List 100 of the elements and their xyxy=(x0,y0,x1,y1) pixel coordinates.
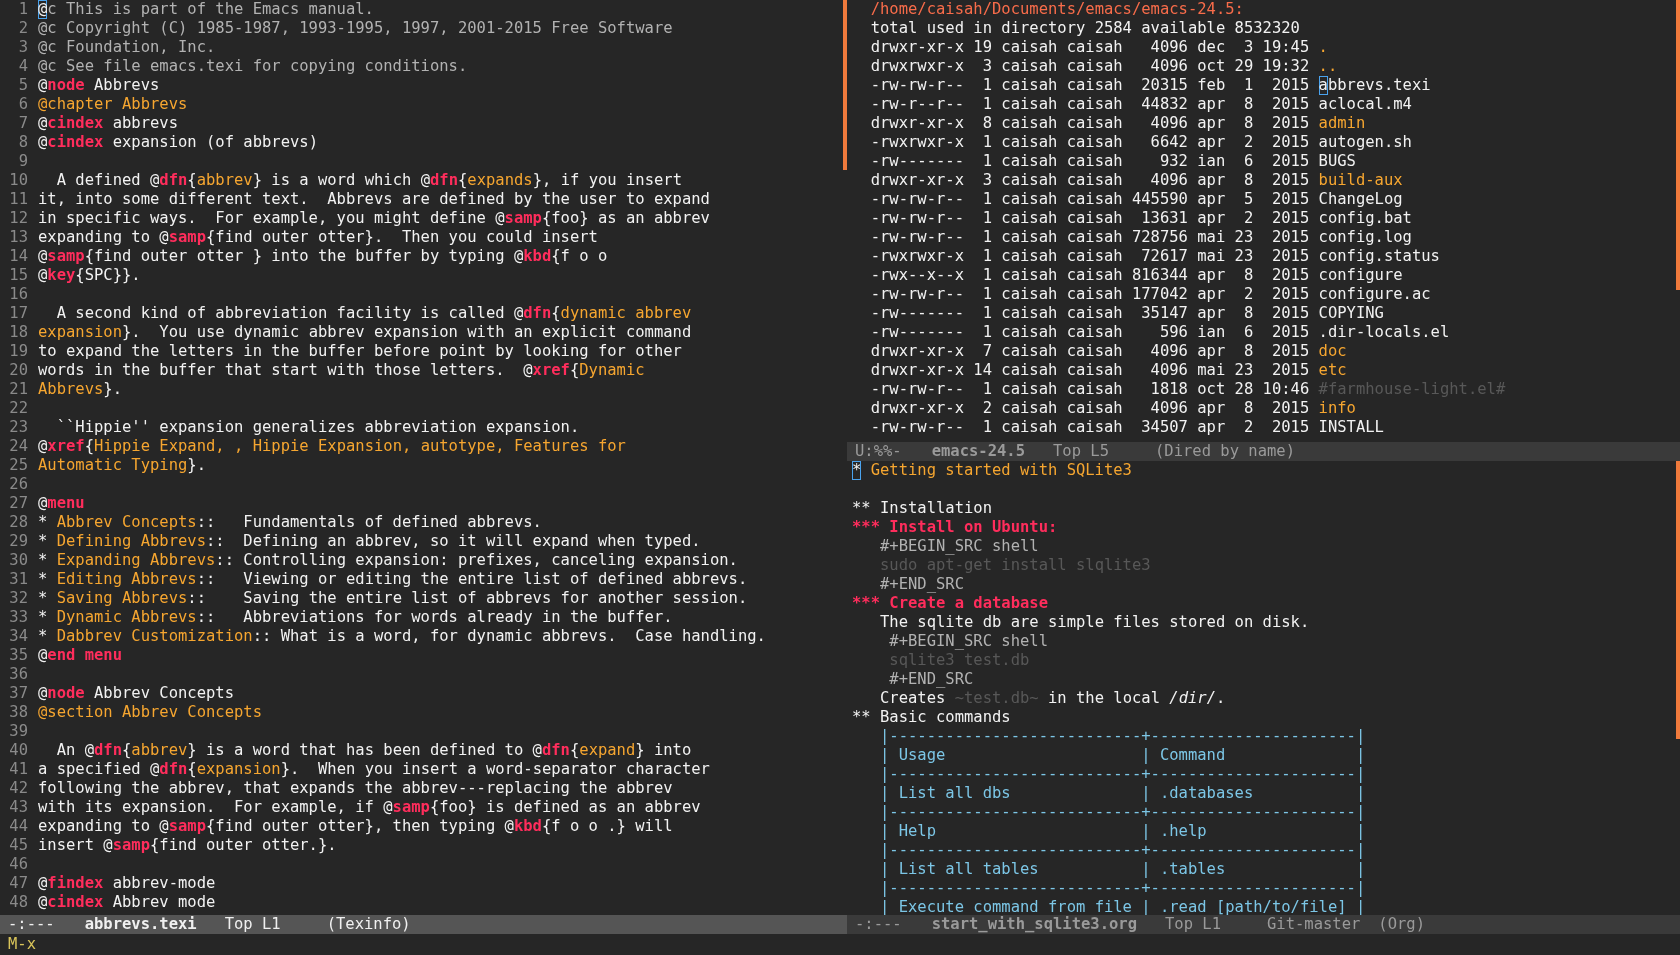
line-number: 26 xyxy=(8,475,28,494)
buffer-name: start_with_sqlite3.org xyxy=(931,915,1137,934)
code-line: * Abbrev Concepts:: Fundamentals of defined abbrevs. xyxy=(38,513,542,532)
directory-line: -rw-rw-r-- 1 caisah caisah 34507 apr 2 2015 INSTALL xyxy=(869,418,1384,437)
line-number: 45 xyxy=(8,836,28,855)
directory-line: -rwxrwxr-x 1 caisah caisah 6642 apr 2 2015 autogen.sh xyxy=(869,133,1412,152)
code-line: ``Hippie'' expansion generalizes abbreviation expansion. xyxy=(55,418,580,437)
directory-line: -rw-r--r-- 1 caisah caisah 44832 apr 8 2015 aclocal.m4 xyxy=(869,95,1412,114)
code-line: in specific ways. For example, you might define @samp{foo} as an abbrev xyxy=(38,209,710,228)
directory-line: -rw------- 1 caisah caisah 35147 apr 8 2015 COPYING xyxy=(869,304,1384,323)
directory-line: -rw-rw-r-- 1 caisah caisah 445590 apr 5 2015 ChangeLog xyxy=(869,190,1403,209)
code-line: with its expansion. For example, if @samp{foo} is defined as an abbrev xyxy=(38,798,701,817)
text-line: | List all dbs | .databases | xyxy=(879,784,1366,803)
code-line: @node Abbrev Concepts xyxy=(38,684,234,703)
code-line: @node Abbrevs xyxy=(38,76,160,95)
code-line: @chapter Abbrevs xyxy=(38,95,188,114)
line-number: 48 xyxy=(8,893,28,912)
line-number: 21 xyxy=(8,380,28,399)
code-line: expansion}. You use dynamic abbrev expansion with an explicit command xyxy=(38,323,692,342)
line-number: 34 xyxy=(8,627,28,646)
line-number: 4 xyxy=(17,57,28,76)
code-line: expanding to @samp{find outer otter}, then typing @kbd{f o o .} will xyxy=(38,817,673,836)
text-line: The sqlite db are simple files stored on disk. xyxy=(879,613,1310,632)
line-number: 46 xyxy=(8,855,28,874)
code-line: @xref{Hippie Expand, , Hippie Expansion, autotype, Features for xyxy=(38,437,626,456)
line-number: 6 xyxy=(17,95,28,114)
code-line: An @dfn{abbrev} is a word that has been defined to @dfn{expand} into xyxy=(55,741,692,760)
directory-line: drwxr-xr-x 7 caisah caisah 4096 apr 8 2015 doc xyxy=(869,342,1347,361)
line-number: 2 xyxy=(17,19,28,38)
text-line: #+END_SRC xyxy=(888,670,974,689)
directory-line: drwxr-xr-x 8 caisah caisah 4096 apr 8 2015 admin xyxy=(869,114,1366,133)
directory-line: -rw-rw-r-- 1 caisah caisah 728756 mai 23 2015 config.log xyxy=(869,228,1412,247)
line-number: 20 xyxy=(8,361,28,380)
line-number: 38 xyxy=(8,703,28,722)
line-number: 12 xyxy=(8,209,28,228)
code-line: Abbrevs}. xyxy=(38,380,122,399)
text-line: #+END_SRC xyxy=(879,575,964,594)
line-number: 29 xyxy=(8,532,28,551)
code-line: insert @samp{find outer otter.}. xyxy=(38,836,337,855)
code-line: it, into some different text. Abbrevs are defined by the user to expand xyxy=(38,190,710,209)
line-number: 14 xyxy=(8,247,28,266)
text-line: |---------------------------+----------------------| xyxy=(879,879,1366,898)
text-line: * Getting started with SQLite3 xyxy=(852,461,1132,480)
directory-line: drwxr-xr-x 3 caisah caisah 4096 apr 8 2015 build-aux xyxy=(869,171,1403,190)
code-line: to expand the letters in the buffer before point by looking for other xyxy=(38,342,682,361)
line-number: 17 xyxy=(8,304,28,323)
directory-line: drwxr-xr-x 14 caisah caisah 4096 mai 23 2015 etc xyxy=(869,361,1347,380)
code-line: @section Abbrev Concepts xyxy=(38,703,262,722)
line-number: 43 xyxy=(8,798,28,817)
text-line: #+BEGIN_SRC shell xyxy=(888,632,1048,651)
text-line: |---------------------------+----------------------| xyxy=(879,803,1366,822)
scrollbar-thumb[interactable] xyxy=(1676,461,1680,739)
line-number: 3 xyxy=(17,38,28,57)
line-number: 22 xyxy=(8,399,28,418)
text-line: ** Installation xyxy=(852,499,992,518)
scrollbar-thumb[interactable] xyxy=(843,0,847,170)
directory-line: /home/caisah/Documents/emacs/emacs-24.5: xyxy=(869,0,1244,19)
buffer-position: Top L1 xyxy=(1165,915,1221,934)
buffer-status: U:%%- xyxy=(855,442,902,461)
buffer-name: emacs-24.5 xyxy=(931,442,1025,461)
line-number: 18 xyxy=(8,323,28,342)
code-line: @c See file emacs.texi for copying conditions. xyxy=(38,57,468,76)
minibuffer-prompt[interactable]: M-x xyxy=(8,935,36,953)
code-line: @key{SPC}}. xyxy=(38,266,141,285)
buffer-position: Top L5 xyxy=(1053,442,1109,461)
code-line: @end menu xyxy=(38,646,122,665)
line-number: 19 xyxy=(8,342,28,361)
code-line: * Saving Abbrevs:: Saving the entire list of abbrevs for another session. xyxy=(38,589,748,608)
line-number: 44 xyxy=(8,817,28,836)
line-number: 8 xyxy=(17,133,28,152)
line-number: 23 xyxy=(8,418,28,437)
line-number: 27 xyxy=(8,494,28,513)
code-line: A defined @dfn{abbrev} is a word which @dfn{expands}, if you insert xyxy=(55,171,682,190)
text-line: | List all tables | .tables | xyxy=(879,860,1366,879)
directory-line: -rw-rw-r-- 1 caisah caisah 13631 apr 2 2015 config.bat xyxy=(869,209,1412,228)
line-number: 33 xyxy=(8,608,28,627)
directory-line: -rwx--x--x 1 caisah caisah 816344 apr 8 2015 configure xyxy=(869,266,1403,285)
major-mode: (Org) xyxy=(1378,915,1425,934)
code-line: following the abbrev, that expands the abbrev---replacing the abbrev xyxy=(38,779,673,798)
line-number: 28 xyxy=(8,513,28,532)
line-number: 9 xyxy=(17,152,28,171)
code-line: @samp{find outer otter } into the buffer by typing @kbd{f o o xyxy=(38,247,608,266)
code-line: A second kind of abbreviation facility is called @dfn{dynamic abbrev xyxy=(55,304,692,323)
code-line: words in the buffer that start with those letters. @xref{Dynamic xyxy=(38,361,645,380)
buffer-status: -:--- xyxy=(855,915,902,934)
line-number: 31 xyxy=(8,570,28,589)
line-number: 30 xyxy=(8,551,28,570)
line-number: 1 xyxy=(17,0,28,19)
line-number: 16 xyxy=(8,285,28,304)
text-line: *** Create a database xyxy=(852,594,1048,613)
line-number: 32 xyxy=(8,589,28,608)
line-number: 15 xyxy=(8,266,28,285)
scrollbar-thumb[interactable] xyxy=(1676,0,1680,290)
code-line: @c Copyright (C) 1985-1987, 1993-1995, 1997, 2001-2015 Free Software xyxy=(38,19,673,38)
directory-line: total used in directory 2584 available 8532320 xyxy=(869,19,1300,38)
directory-line: -rw-rw-r-- 1 caisah caisah 177042 apr 2 2015 configure.ac xyxy=(869,285,1431,304)
line-number: 40 xyxy=(8,741,28,760)
buffer-name: abbrevs.texi xyxy=(84,915,197,934)
code-line: @c Foundation, Inc. xyxy=(38,38,216,57)
text-line: ** Basic commands xyxy=(852,708,1011,727)
